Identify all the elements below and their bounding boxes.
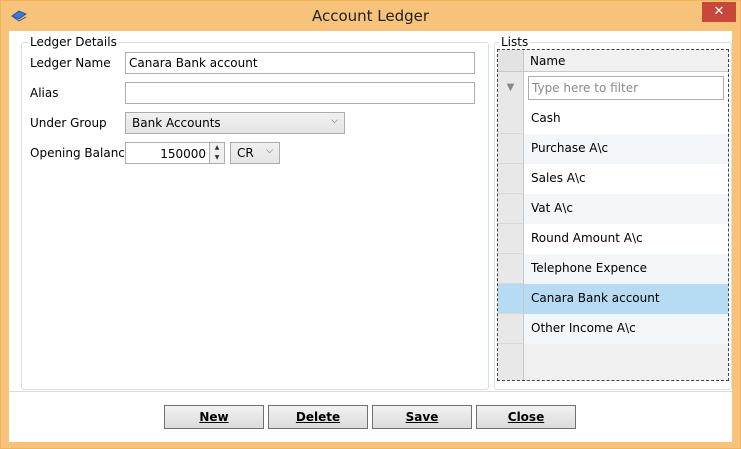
list-item-name: Sales A\c <box>524 164 728 194</box>
row-selector <box>498 164 524 194</box>
list-item[interactable]: Telephone Expence <box>498 254 728 284</box>
opening-balance-value: 150000 <box>160 147 206 161</box>
window-title: Account Ledger <box>311 7 430 25</box>
list-item-name: Round Amount A\c <box>524 224 728 254</box>
list-item-name: Telephone Expence <box>524 254 728 284</box>
dr-cr-select[interactable]: CR ⌵ <box>230 142 280 164</box>
list-item[interactable]: Round Amount A\c <box>498 224 728 254</box>
new-button[interactable]: New <box>164 405 264 429</box>
filter-icon: ▼ <box>498 72 524 104</box>
under-group-label: Under Group <box>30 116 107 130</box>
chevron-down-icon: ⌵ <box>266 146 273 156</box>
save-button[interactable]: Save <box>372 405 472 429</box>
list-item-name: Vat A\c <box>524 194 728 224</box>
list-item[interactable]: Cash <box>498 104 728 134</box>
list-item-name: Other Income A\c <box>524 314 728 344</box>
alias-input[interactable] <box>125 82 475 104</box>
window-close-button[interactable]: ✕ <box>702 2 736 22</box>
opening-balance-label: Opening Balance <box>30 146 133 160</box>
row-selector <box>498 284 524 314</box>
filter-row: ▼ Type here to filter <box>498 72 728 104</box>
row-selector <box>498 314 524 344</box>
title-bar[interactable]: Account Ledger ✕ <box>1 1 740 31</box>
under-group-value: Bank Accounts <box>132 116 221 130</box>
filter-input[interactable]: Type here to filter <box>528 76 724 100</box>
list-item-name: Cash <box>524 104 728 134</box>
list-item[interactable]: Sales A\c <box>498 164 728 194</box>
opening-balance-stepper[interactable]: 150000 ▲ ▼ <box>125 142 225 164</box>
alias-label: Alias <box>30 86 59 100</box>
row-selector <box>498 194 524 224</box>
button-bar: New Delete Save Close <box>9 391 732 442</box>
row-selector <box>498 224 524 254</box>
stepper-down-icon[interactable]: ▼ <box>210 153 224 163</box>
ledger-name-input[interactable]: Canara Bank account <box>125 52 475 74</box>
list-item-name: Purchase A\c <box>524 134 728 164</box>
list-item-selected[interactable]: Canara Bank account <box>498 284 728 314</box>
lists-legend: Lists <box>499 35 531 49</box>
delete-button[interactable]: Delete <box>268 405 368 429</box>
close-button[interactable]: Close <box>476 405 576 429</box>
name-column-header[interactable]: Name <box>524 50 728 72</box>
header-row-selector <box>498 50 524 72</box>
dr-cr-value: CR <box>237 146 254 160</box>
ledger-details-legend: Ledger Details <box>28 35 119 49</box>
row-selector <box>498 104 524 134</box>
grid-rows: Cash Purchase A\c Sales A\c Vat A\c Roun… <box>498 104 728 380</box>
row-selector <box>498 254 524 284</box>
list-item[interactable]: Purchase A\c <box>498 134 728 164</box>
close-icon: ✕ <box>713 4 725 19</box>
grid-header: Name <box>498 50 728 72</box>
under-group-select[interactable]: Bank Accounts ⌵ <box>125 112 345 134</box>
list-item[interactable]: Other Income A\c <box>498 314 728 344</box>
stepper-buttons: ▲ ▼ <box>209 143 224 163</box>
ledger-list-grid: Name ▼ Type here to filter Cash Purchase… <box>497 49 729 381</box>
row-selector <box>498 134 524 164</box>
list-item[interactable]: Vat A\c <box>498 194 728 224</box>
account-ledger-window: Account Ledger ✕ Ledger Details Ledger N… <box>0 0 741 449</box>
chevron-down-icon: ⌵ <box>331 116 338 126</box>
list-item-name: Canara Bank account <box>524 284 728 314</box>
ledger-name-label: Ledger Name <box>30 56 111 70</box>
empty-row-selector <box>498 344 524 380</box>
